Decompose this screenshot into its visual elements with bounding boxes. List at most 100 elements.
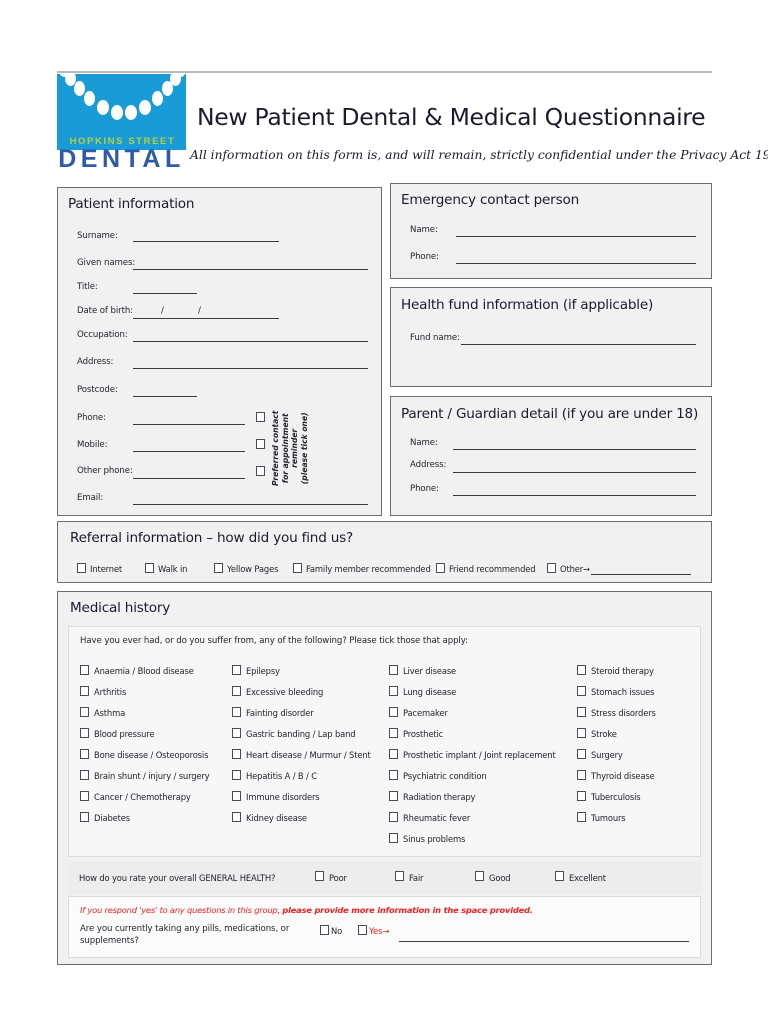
medication-no-checkbox[interactable] (320, 925, 329, 935)
medication-yes-checkbox[interactable] (358, 925, 367, 935)
condition-label: Immune disorders (246, 792, 320, 802)
condition-label: Sinus problems (403, 834, 466, 844)
general-health-good-label: Good (489, 873, 511, 883)
preferred-contact-other-checkbox[interactable] (256, 466, 265, 476)
condition-label: Bone disease / Osteoporosis (94, 750, 209, 760)
condition-checkbox[interactable] (232, 812, 241, 822)
condition-checkbox[interactable] (80, 791, 89, 801)
patient-information-title: Patient information (68, 196, 195, 212)
patient-information-panel: Patient information Surname: Given names… (57, 187, 382, 516)
condition-label: Prosthetic (403, 729, 444, 739)
condition-checkbox[interactable] (80, 707, 89, 717)
condition-checkbox[interactable] (389, 812, 398, 822)
surname-input[interactable] (133, 241, 279, 242)
condition-checkbox[interactable] (389, 770, 398, 780)
condition-checkbox[interactable] (80, 728, 89, 738)
yes-response-warning: If you respond 'yes' to any questions in… (80, 905, 533, 915)
condition-checkbox[interactable] (389, 728, 398, 738)
medication-question-label: Are you currently taking any pills, medi… (80, 924, 290, 947)
guardian-name-input[interactable] (453, 449, 696, 450)
postcode-input[interactable] (133, 396, 197, 397)
condition-checkbox[interactable] (232, 707, 241, 717)
general-health-poor-checkbox[interactable] (315, 871, 324, 881)
occupation-input[interactable] (133, 341, 368, 342)
condition-checkbox[interactable] (389, 665, 398, 675)
title-input[interactable] (133, 293, 197, 294)
medical-history-panel: Medical history Have you ever had, or do… (57, 591, 712, 965)
condition-label: Blood pressure (94, 729, 155, 739)
address-input[interactable] (133, 368, 368, 369)
referral-other-label: Other→ (560, 564, 590, 574)
referral-friend-checkbox[interactable] (436, 563, 445, 573)
referral-family-member-checkbox[interactable] (293, 563, 302, 573)
condition-checkbox[interactable] (577, 728, 586, 738)
condition-checkbox[interactable] (577, 665, 586, 675)
referral-title: Referral information – how did you find … (70, 530, 354, 546)
referral-other-input[interactable] (591, 574, 691, 575)
general-health-fair-checkbox[interactable] (395, 871, 404, 881)
condition-checkbox[interactable] (232, 686, 241, 696)
referral-internet-checkbox[interactable] (77, 563, 86, 573)
preferred-contact-note: Preferred contact for appointment remind… (271, 411, 309, 486)
other-phone-label: Other phone: (77, 466, 133, 476)
medication-details-input[interactable] (399, 941, 689, 942)
referral-yellow-pages-label: Yellow Pages (227, 564, 279, 574)
condition-checkbox[interactable] (232, 749, 241, 759)
condition-checkbox[interactable] (577, 770, 586, 780)
condition-label: Excessive bleeding (246, 687, 324, 697)
emergency-phone-input[interactable] (456, 263, 696, 264)
condition-checkbox[interactable] (389, 749, 398, 759)
given-names-label: Given names: (77, 258, 136, 268)
guardian-address-input[interactable] (453, 472, 696, 473)
condition-checkbox[interactable] (577, 812, 586, 822)
condition-label: Epilepsy (246, 666, 280, 676)
date-of-birth-input[interactable] (133, 318, 279, 319)
referral-yellow-pages-checkbox[interactable] (214, 563, 223, 573)
condition-label: Liver disease (403, 666, 457, 676)
preferred-contact-phone-checkbox[interactable] (256, 412, 265, 422)
condition-checkbox[interactable] (577, 686, 586, 696)
general-health-good-checkbox[interactable] (475, 871, 484, 881)
condition-checkbox[interactable] (80, 686, 89, 696)
condition-label: Anaemia / Blood disease (94, 666, 194, 676)
header-rule (57, 71, 712, 73)
condition-checkbox[interactable] (80, 770, 89, 780)
referral-family-member-label: Family member recommended (306, 564, 431, 574)
guardian-phone-input[interactable] (453, 495, 696, 496)
condition-checkbox[interactable] (389, 833, 398, 843)
condition-checkbox[interactable] (80, 812, 89, 822)
yes-response-warning-bold: please provide more information in the s… (282, 905, 533, 915)
date-of-birth-label: Date of birth: (77, 306, 133, 316)
condition-checkbox[interactable] (232, 791, 241, 801)
condition-checkbox[interactable] (389, 686, 398, 696)
mobile-input[interactable] (133, 451, 245, 452)
condition-label: Fainting disorder (246, 708, 314, 718)
condition-checkbox[interactable] (577, 749, 586, 759)
emergency-name-input[interactable] (456, 236, 696, 237)
email-input[interactable] (133, 504, 368, 505)
condition-checkbox[interactable] (80, 665, 89, 675)
phone-input[interactable] (133, 424, 245, 425)
referral-other-checkbox[interactable] (547, 563, 556, 573)
general-health-excellent-checkbox[interactable] (555, 871, 564, 881)
postcode-label: Postcode: (77, 385, 118, 395)
condition-label: Thyroid disease (591, 771, 655, 781)
condition-checkbox[interactable] (232, 665, 241, 675)
given-names-input[interactable] (133, 269, 368, 270)
condition-checkbox[interactable] (577, 707, 586, 717)
condition-checkbox[interactable] (232, 770, 241, 780)
emergency-phone-label: Phone: (410, 252, 439, 262)
medical-history-conditions-box: Have you ever had, or do you suffer from… (68, 626, 701, 857)
condition-checkbox[interactable] (232, 728, 241, 738)
other-phone-input[interactable] (133, 478, 245, 479)
referral-walk-in-checkbox[interactable] (145, 563, 154, 573)
condition-checkbox[interactable] (389, 791, 398, 801)
preferred-contact-note-line-2: for appointment (280, 413, 290, 484)
preferred-contact-mobile-checkbox[interactable] (256, 439, 265, 449)
condition-checkbox[interactable] (80, 749, 89, 759)
fund-name-input[interactable] (461, 344, 696, 345)
condition-checkbox[interactable] (577, 791, 586, 801)
condition-checkbox[interactable] (389, 707, 398, 717)
page-title: New Patient Dental & Medical Questionnai… (197, 103, 706, 131)
condition-label: Prosthetic implant / Joint replacement (403, 750, 556, 760)
